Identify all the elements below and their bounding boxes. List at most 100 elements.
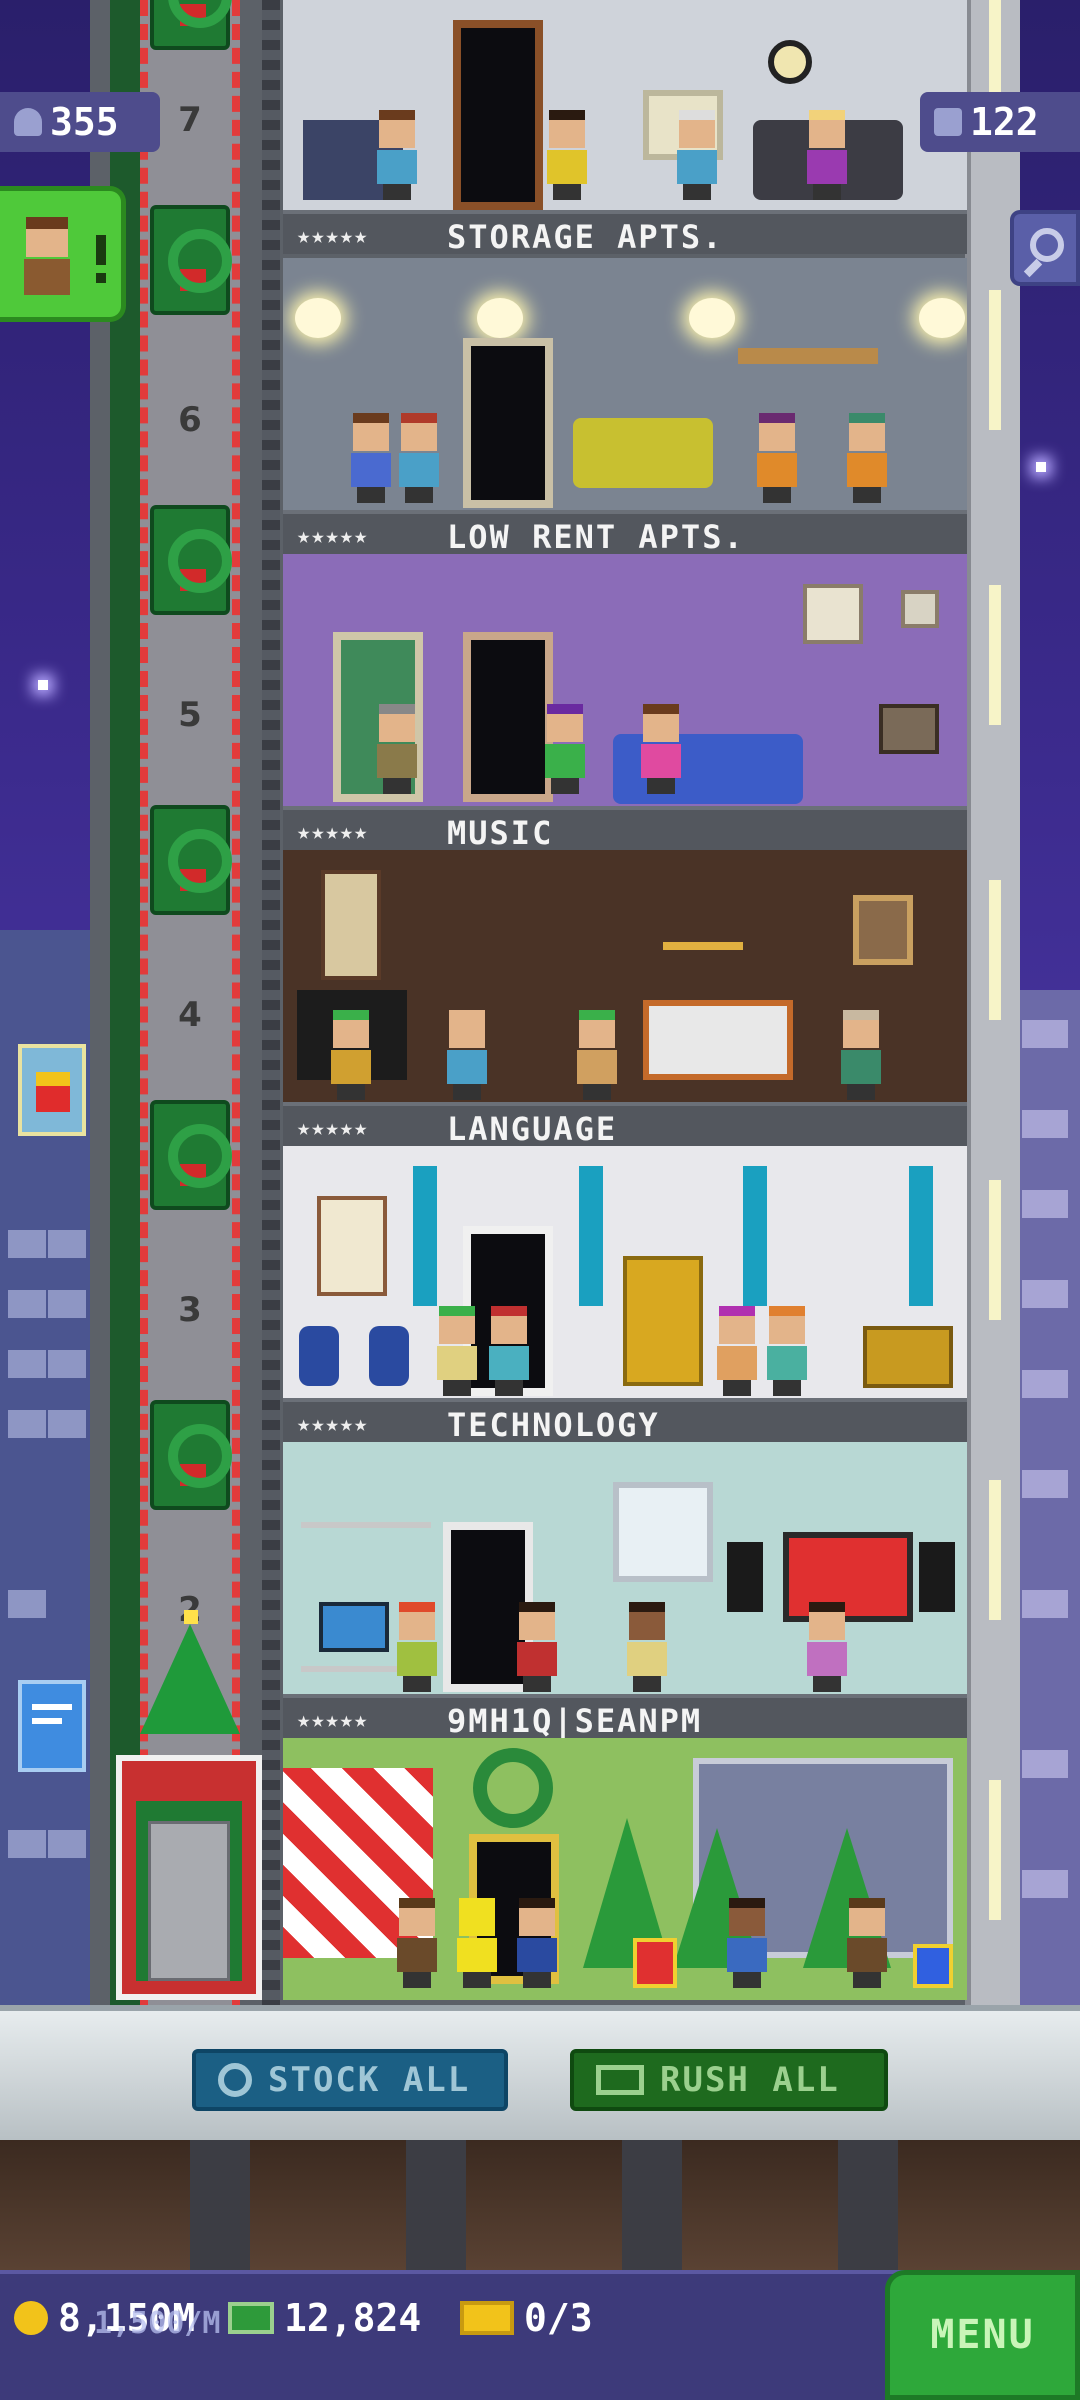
alert-exclamation-icon	[96, 235, 106, 265]
floor-label-bar[interactable]: ★★★★★ LANGUAGE	[283, 1102, 967, 1148]
floor-label-bar[interactable]: ★★★★★ LOW RENT APTS.	[283, 510, 967, 556]
room-interior[interactable]	[283, 554, 967, 806]
room-interior[interactable]	[283, 0, 967, 210]
tower-right-pillar	[965, 0, 1020, 2005]
wreath-decoration	[150, 1100, 232, 1210]
teal-pillar	[743, 1166, 767, 1306]
floor-label-bar[interactable]: ★★★★★ MUSIC	[283, 806, 967, 852]
room-interior[interactable]	[283, 850, 967, 1102]
tenant	[327, 1010, 375, 1100]
tenant	[637, 704, 685, 794]
gift-box-icon	[633, 1938, 677, 1988]
screen-billboard[interactable]	[18, 1680, 86, 1772]
floor-name: LOW RENT APTS.	[447, 518, 745, 556]
wall-switch	[901, 590, 939, 628]
stairwell	[262, 0, 280, 2005]
coin-icon	[14, 2301, 48, 2335]
golden-throne	[623, 1256, 703, 1386]
lobby-interior[interactable]	[283, 1738, 967, 2000]
coins-rate: 1,500/M	[94, 2306, 221, 2341]
floor-name: STORAGE APTS.	[447, 218, 724, 256]
tenant	[395, 413, 443, 503]
population-counter[interactable]: 355	[0, 92, 160, 152]
stock-all-button[interactable]: STOCK ALL	[192, 2049, 508, 2111]
scroll-painting	[317, 1196, 387, 1296]
window	[613, 1482, 713, 1582]
sky-star	[38, 680, 48, 690]
window	[321, 870, 381, 980]
elevator-floor-number: 4	[178, 995, 202, 1035]
basement	[0, 2140, 1080, 2270]
tenant	[543, 110, 591, 200]
search-button[interactable]	[1010, 210, 1080, 286]
coins-display[interactable]: 8,150M 1,500/M	[14, 2296, 220, 2341]
game-poster	[803, 584, 863, 644]
room-door	[463, 338, 553, 508]
tenant	[843, 413, 891, 503]
computer-icon	[319, 1602, 389, 1652]
floor-stars: ★★★★★	[297, 1412, 369, 1437]
sofa	[573, 418, 713, 488]
ceiling-lamp-icon	[295, 298, 341, 338]
elevator-floor-number: 5	[178, 695, 202, 735]
room-interior[interactable]	[283, 1146, 967, 1398]
golden-chest	[863, 1326, 953, 1388]
rush-all-button[interactable]: RUSH ALL	[570, 2049, 888, 2111]
floor-stars: ★★★★★	[297, 1116, 369, 1141]
tenant	[541, 704, 589, 794]
room-interior[interactable]	[283, 1442, 967, 1694]
wreath-decoration	[150, 505, 232, 615]
tickets-display[interactable]: 0/3	[460, 2296, 593, 2340]
population-value: 355	[50, 100, 119, 144]
bux-icon	[228, 2302, 274, 2334]
room-door	[463, 632, 553, 802]
floor-stars: ★★★★★	[297, 1708, 369, 1733]
doorman	[393, 1898, 441, 1988]
search-icon	[1030, 228, 1064, 262]
teal-pillar	[909, 1166, 933, 1306]
room-interior[interactable]	[283, 258, 967, 510]
bookshelf	[738, 348, 878, 364]
elevator-car[interactable]	[116, 1755, 262, 2000]
teal-pillar	[413, 1166, 437, 1306]
ticket-icon	[460, 2301, 514, 2335]
wreath-decoration	[150, 1400, 232, 1510]
bux-value: 122	[970, 100, 1039, 144]
teal-pillar	[579, 1166, 603, 1306]
floor-stars: ★★★★★	[297, 224, 369, 249]
floor-name: TECHNOLOGY	[447, 1406, 660, 1444]
menu-button[interactable]: MENU	[885, 2270, 1080, 2400]
floor-label-bar[interactable]: ★★★★★ STORAGE APTS.	[283, 210, 967, 256]
dartboard-icon	[768, 40, 812, 84]
action-bar: STOCK ALL RUSH ALL	[0, 2005, 1080, 2140]
stock-all-label: STOCK ALL	[268, 2060, 471, 2100]
tenant	[443, 1010, 491, 1100]
blue-vase	[299, 1326, 339, 1386]
elevator-floor-number: 3	[178, 1290, 202, 1330]
fries-billboard[interactable]	[18, 1044, 86, 1136]
bux-display[interactable]: 12,824	[228, 2296, 421, 2340]
floor-name: LANGUAGE	[447, 1110, 618, 1148]
tenant	[623, 1602, 671, 1692]
visitor	[453, 1898, 501, 1988]
tenant	[373, 704, 421, 794]
gift-box-icon	[913, 1944, 953, 1988]
tenant	[763, 1306, 811, 1396]
floor-stars: ★★★★★	[297, 820, 369, 845]
floor-name: 9MH1Q|SEANPM	[447, 1702, 703, 1740]
floor-name: MUSIC	[447, 814, 554, 852]
rush-all-label: RUSH ALL	[660, 2060, 840, 2100]
ceiling-lamp-icon	[689, 298, 735, 338]
sky-star	[1036, 462, 1046, 472]
visitor-alert-button[interactable]	[0, 186, 126, 322]
floor-label-bar[interactable]: ★★★★★ TECHNOLOGY	[283, 1398, 967, 1444]
floor-label-bar[interactable]: ★★★★★ 9MH1Q|SEANPM	[283, 1694, 967, 1740]
bux-counter[interactable]: 122	[920, 92, 1080, 152]
ceiling-lamp-icon	[919, 298, 965, 338]
tenant	[673, 110, 721, 200]
speaker	[919, 1542, 955, 1612]
tenant	[803, 110, 851, 200]
tenant	[393, 1602, 441, 1692]
bux-value: 12,824	[284, 2296, 422, 2340]
cash-icon	[596, 2065, 644, 2095]
